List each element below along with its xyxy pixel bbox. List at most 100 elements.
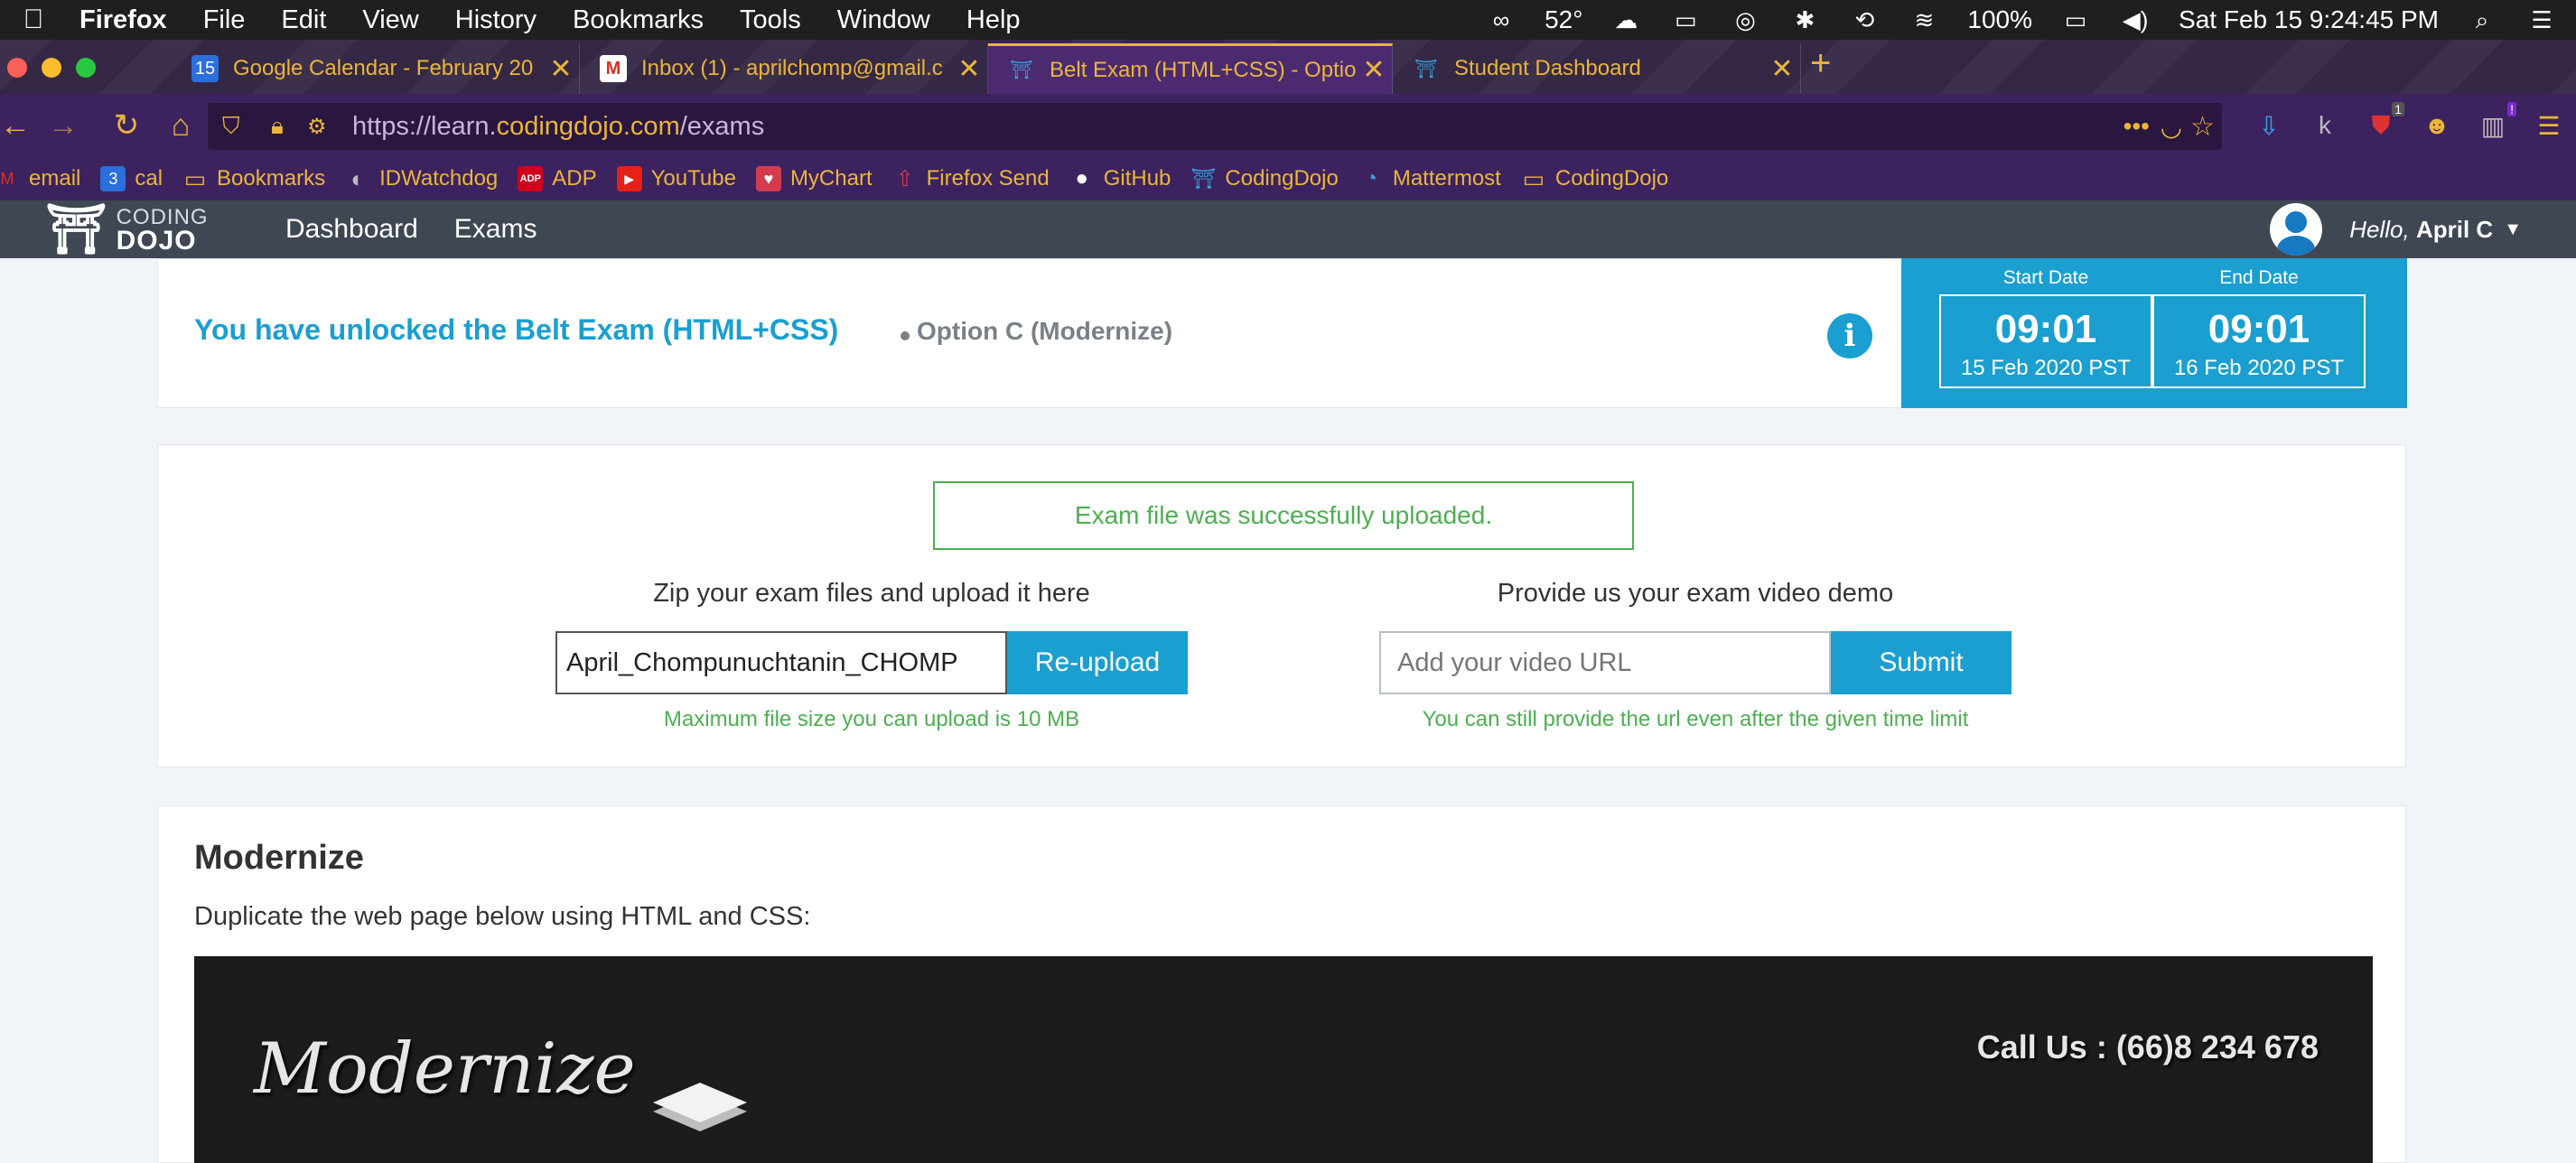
temperature[interactable]: 52° xyxy=(1545,5,1582,34)
exam-banner: You have unlocked the Belt Exam (HTML+CS… xyxy=(157,258,2407,408)
section-description: Duplicate the web page below using HTML … xyxy=(194,902,811,931)
permissions-icon[interactable]: ⚙ xyxy=(307,114,327,140)
tracking-shield-icon[interactable]: ⛉ xyxy=(222,112,240,141)
toolbar-extensions: ⇩ k ⛊ 1 ☻ ▥! ☰ xyxy=(2251,94,2576,157)
volume-icon[interactable]: ◀) xyxy=(2119,7,2151,33)
cloud-icon[interactable]: ☁ xyxy=(1610,7,1642,33)
coding-dojo-icon: ⛩ xyxy=(1190,167,1217,190)
nav-dashboard[interactable]: Dashboard xyxy=(285,214,418,245)
creative-cloud-icon[interactable]: ∞ xyxy=(1485,7,1517,33)
menu-bookmarks[interactable]: Bookmarks xyxy=(573,5,704,35)
coding-dojo-icon: ⛩ xyxy=(1010,60,1033,80)
clock[interactable]: Sat Feb 15 9:24:45 PM xyxy=(2179,5,2439,34)
bookmark-star-icon[interactable]: ☆ xyxy=(2190,111,2215,143)
home-icon[interactable]: ⌂ xyxy=(154,108,208,144)
notification-center-icon[interactable]: ☰ xyxy=(2525,7,2558,33)
torii-logo-icon: ⛩ xyxy=(45,201,107,256)
video-url-input[interactable] xyxy=(1379,631,1831,694)
window-zoom-button[interactable] xyxy=(76,58,96,78)
apple-icon[interactable]:  xyxy=(20,5,47,35)
menu-history[interactable]: History xyxy=(455,5,537,35)
bookmark-github[interactable]: ● GitHub xyxy=(1069,166,1171,191)
hamburger-menu-icon[interactable]: ☰ xyxy=(2531,107,2567,144)
wifi-icon[interactable]: ≋ xyxy=(1908,7,1940,33)
new-tab-icon[interactable]: + xyxy=(1810,43,1831,84)
extension-bars-icon[interactable]: ▥! xyxy=(2475,102,2516,144)
extension-k-icon[interactable]: k xyxy=(2307,107,2343,144)
youtube-icon: ▶ xyxy=(616,166,642,191)
back-arrow-icon[interactable]: ← xyxy=(0,108,31,144)
nav-exams[interactable]: Exams xyxy=(454,214,537,245)
bookmark-firefox-send[interactable]: ⇧ Firefox Send xyxy=(892,166,1050,191)
coding-dojo-logo[interactable]: ⛩ CODING DOJO xyxy=(45,200,209,258)
page-actions-icon[interactable]: ••• xyxy=(2123,112,2150,141)
menu-edit[interactable]: Edit xyxy=(281,5,326,35)
battery-icon[interactable]: ▭ xyxy=(2059,7,2092,33)
close-tab-icon[interactable]: ✕ xyxy=(951,53,987,85)
bookmark-label: GitHub xyxy=(1103,166,1171,191)
mychart-icon: ♥ xyxy=(755,166,781,191)
menu-app-name[interactable]: Firefox xyxy=(79,5,167,35)
tab-belt-exam[interactable]: ⛩ Belt Exam (HTML+CSS) - Optio ✕ xyxy=(988,43,1393,94)
submit-button[interactable]: Submit xyxy=(1831,631,2011,694)
reupload-button[interactable]: Re-upload xyxy=(1007,631,1188,694)
bookmark-codingdojo[interactable]: ⛩ CodingDojo xyxy=(1190,166,1338,191)
bookmark-label: CodingDojo xyxy=(1554,166,1669,191)
bookmark-adp[interactable]: ADP ADP xyxy=(518,166,597,191)
macos-menubar:  Firefox File Edit View History Bookmar… xyxy=(0,0,2576,40)
start-time: 09:01 xyxy=(1994,307,2097,351)
bookmark-label: IDWatchdog xyxy=(379,166,499,191)
bookmark-folder-bookmarks[interactable]: ▭ Bookmarks xyxy=(182,165,326,192)
bookmark-email[interactable]: Memail xyxy=(0,166,81,191)
downloads-icon[interactable]: ⇩ xyxy=(2251,107,2287,144)
pocket-icon[interactable]: ◡ xyxy=(2161,112,2182,142)
bookmark-cal[interactable]: 3 cal xyxy=(100,166,163,191)
tab-student-dashboard[interactable]: ⛩ Student Dashboard ✕ xyxy=(1393,43,1801,94)
end-date: End Date 09:01 16 Feb 2020 PST xyxy=(2152,258,2366,388)
firefox-send-icon: ⇧ xyxy=(895,166,914,191)
avatar[interactable] xyxy=(2270,203,2323,256)
menu-tools[interactable]: Tools xyxy=(740,5,801,35)
vpn-icon[interactable]: ◎ xyxy=(1729,7,1761,33)
window-close-button[interactable] xyxy=(7,58,27,78)
bookmark-idwatchdog[interactable]: ◐ IDWatchdog xyxy=(345,164,499,192)
bookmark-mattermost[interactable]: ◔ Mattermost xyxy=(1358,166,1501,191)
menu-view[interactable]: View xyxy=(362,5,418,35)
bookmark-youtube[interactable]: ▶ YouTube xyxy=(616,166,736,191)
bookmark-label: cal xyxy=(135,166,163,191)
menu-help[interactable]: Help xyxy=(966,5,1021,35)
address-bar[interactable]: ⛉ 🔒︎ ⚙ https://learn.codingdojo.com/exam… xyxy=(208,103,2222,150)
calendar-icon: 3 xyxy=(100,166,126,191)
bookmark-mychart[interactable]: ♥ MyChart xyxy=(755,166,873,191)
reload-icon[interactable]: ↻ xyxy=(99,107,154,144)
menu-file[interactable]: File xyxy=(203,5,246,35)
tab-title: Belt Exam (HTML+CSS) - Optio xyxy=(1050,57,1356,82)
user-menu[interactable]: Hello, April C ▼ xyxy=(2270,200,2522,258)
close-tab-icon[interactable]: ✕ xyxy=(1764,53,1800,85)
ublock-icon[interactable]: ⛊ 1 xyxy=(2363,102,2404,144)
uploaded-file-field[interactable]: April_Chompunuchtanin_CHOMP xyxy=(555,631,1007,694)
close-tab-icon[interactable]: ✕ xyxy=(543,53,579,85)
info-icon[interactable]: i xyxy=(1827,313,1872,358)
chevron-down-icon[interactable]: ▼ xyxy=(2504,219,2522,240)
bookmarks-toolbar: Memail 3 cal ▭ Bookmarks ◐ IDWatchdog ADP AD… xyxy=(0,157,2576,200)
bookmark-folder-codingdojo[interactable]: ▭ CodingDojo xyxy=(1521,165,1669,192)
airplay-icon[interactable]: ▭ xyxy=(1669,7,1702,33)
bookmark-label: Bookmarks xyxy=(217,166,326,191)
time-machine-icon[interactable]: ⟲ xyxy=(1848,7,1881,33)
tab-google-calendar[interactable]: 15 Google Calendar - February 20 ✕ xyxy=(172,43,580,94)
url-text: https://learn.codingdojo.com/exams xyxy=(352,111,765,141)
user-name: April C xyxy=(2415,215,2494,243)
forward-arrow-icon[interactable]: → xyxy=(27,108,99,144)
idwatchdog-icon: ◐ xyxy=(350,164,365,192)
avatar-extension-icon[interactable]: ☻ xyxy=(2419,107,2455,144)
menu-window[interactable]: Window xyxy=(837,5,930,35)
battery-percent[interactable]: 100% xyxy=(1967,5,2032,34)
tab-gmail-inbox[interactable]: M Inbox (1) - aprilchomp@gmail.c ✕ xyxy=(580,43,988,94)
spotlight-search-icon[interactable]: ⌕ xyxy=(2466,7,2498,33)
bookmark-label: Firefox Send xyxy=(926,166,1050,191)
window-minimize-button[interactable] xyxy=(42,58,61,78)
lock-icon[interactable]: 🔒︎ xyxy=(271,112,284,141)
close-tab-icon[interactable]: ✕ xyxy=(1356,54,1392,86)
bluetooth-icon[interactable]: ✱ xyxy=(1788,7,1821,33)
